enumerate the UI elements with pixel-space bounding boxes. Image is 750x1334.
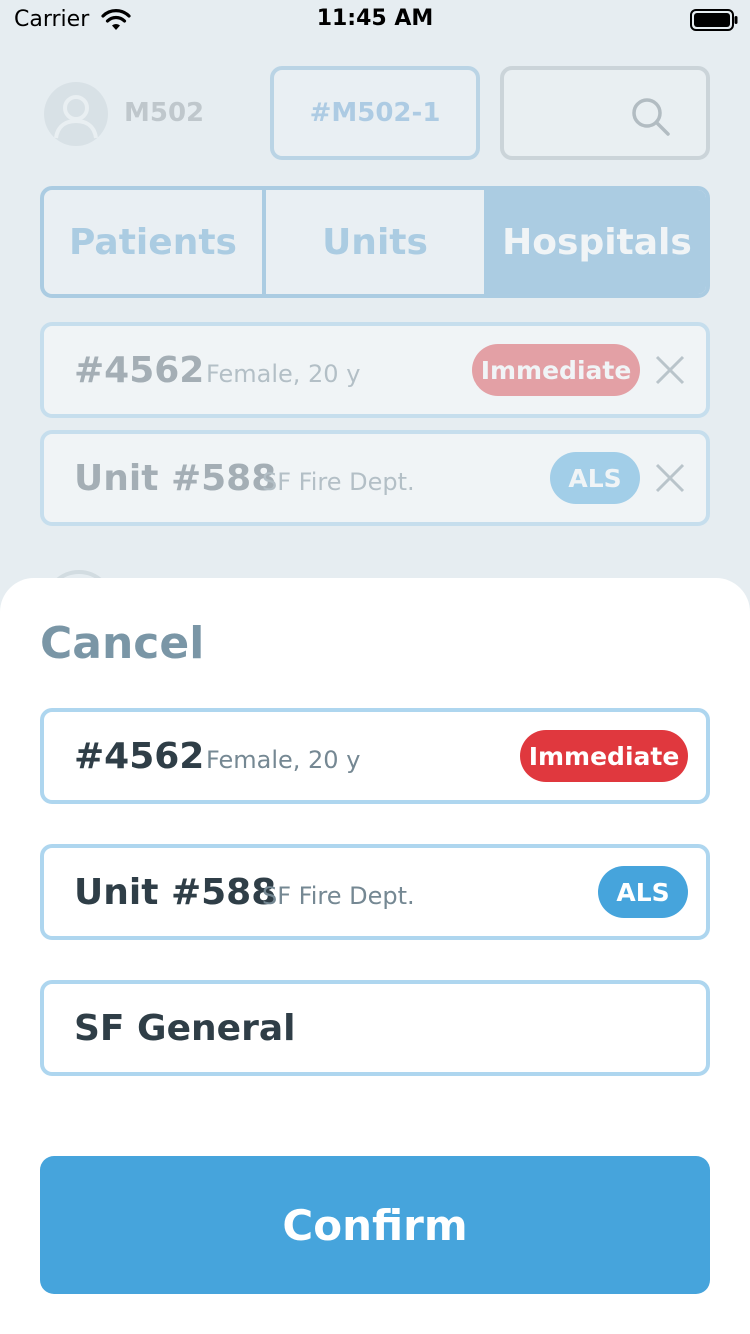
unit-detail: SF Fire Dept. [262,882,415,910]
cancel-button[interactable]: Cancel [40,618,204,669]
unit-detail: SF Fire Dept. [262,468,415,496]
search-button[interactable] [500,66,710,160]
patient-id: #4562 [74,350,205,391]
patient-detail: Female, 20 y [206,746,361,774]
incident-id-button[interactable]: #M502-1 [270,66,480,160]
avatar[interactable] [44,82,108,146]
hospital-name: SF General [74,1008,296,1049]
close-icon[interactable] [654,354,686,386]
selected-unit-row: Unit #588 SF Fire Dept. ALS [40,430,710,526]
patient-card: #4562 Female, 20 y Immediate [40,708,710,804]
patient-detail: Female, 20 y [206,360,361,388]
priority-badge: Immediate [520,730,688,782]
user-icon [54,95,98,139]
close-icon[interactable] [654,462,686,494]
hospital-card: SF General [40,980,710,1076]
confirm-button[interactable]: Confirm [40,1156,710,1294]
tab-units[interactable]: Units [262,190,484,294]
unit-card: Unit #588 SF Fire Dept. ALS [40,844,710,940]
confirm-sheet: Cancel #4562 Female, 20 y Immediate Unit… [0,578,750,1334]
patient-id: #4562 [74,736,205,777]
search-icon [632,98,670,136]
level-badge: ALS [550,452,640,504]
priority-badge: Immediate [472,344,640,396]
tab-hospitals[interactable]: Hospitals [484,190,706,294]
segment-tabs: Patients Units Hospitals [40,186,710,298]
user-id-label: M502 [124,98,205,128]
selected-patient-row: #4562 Female, 20 y Immediate [40,322,710,418]
tab-patients[interactable]: Patients [44,190,262,294]
unit-id: Unit #588 [74,458,277,499]
unit-id: Unit #588 [74,872,277,913]
level-badge: ALS [598,866,688,918]
